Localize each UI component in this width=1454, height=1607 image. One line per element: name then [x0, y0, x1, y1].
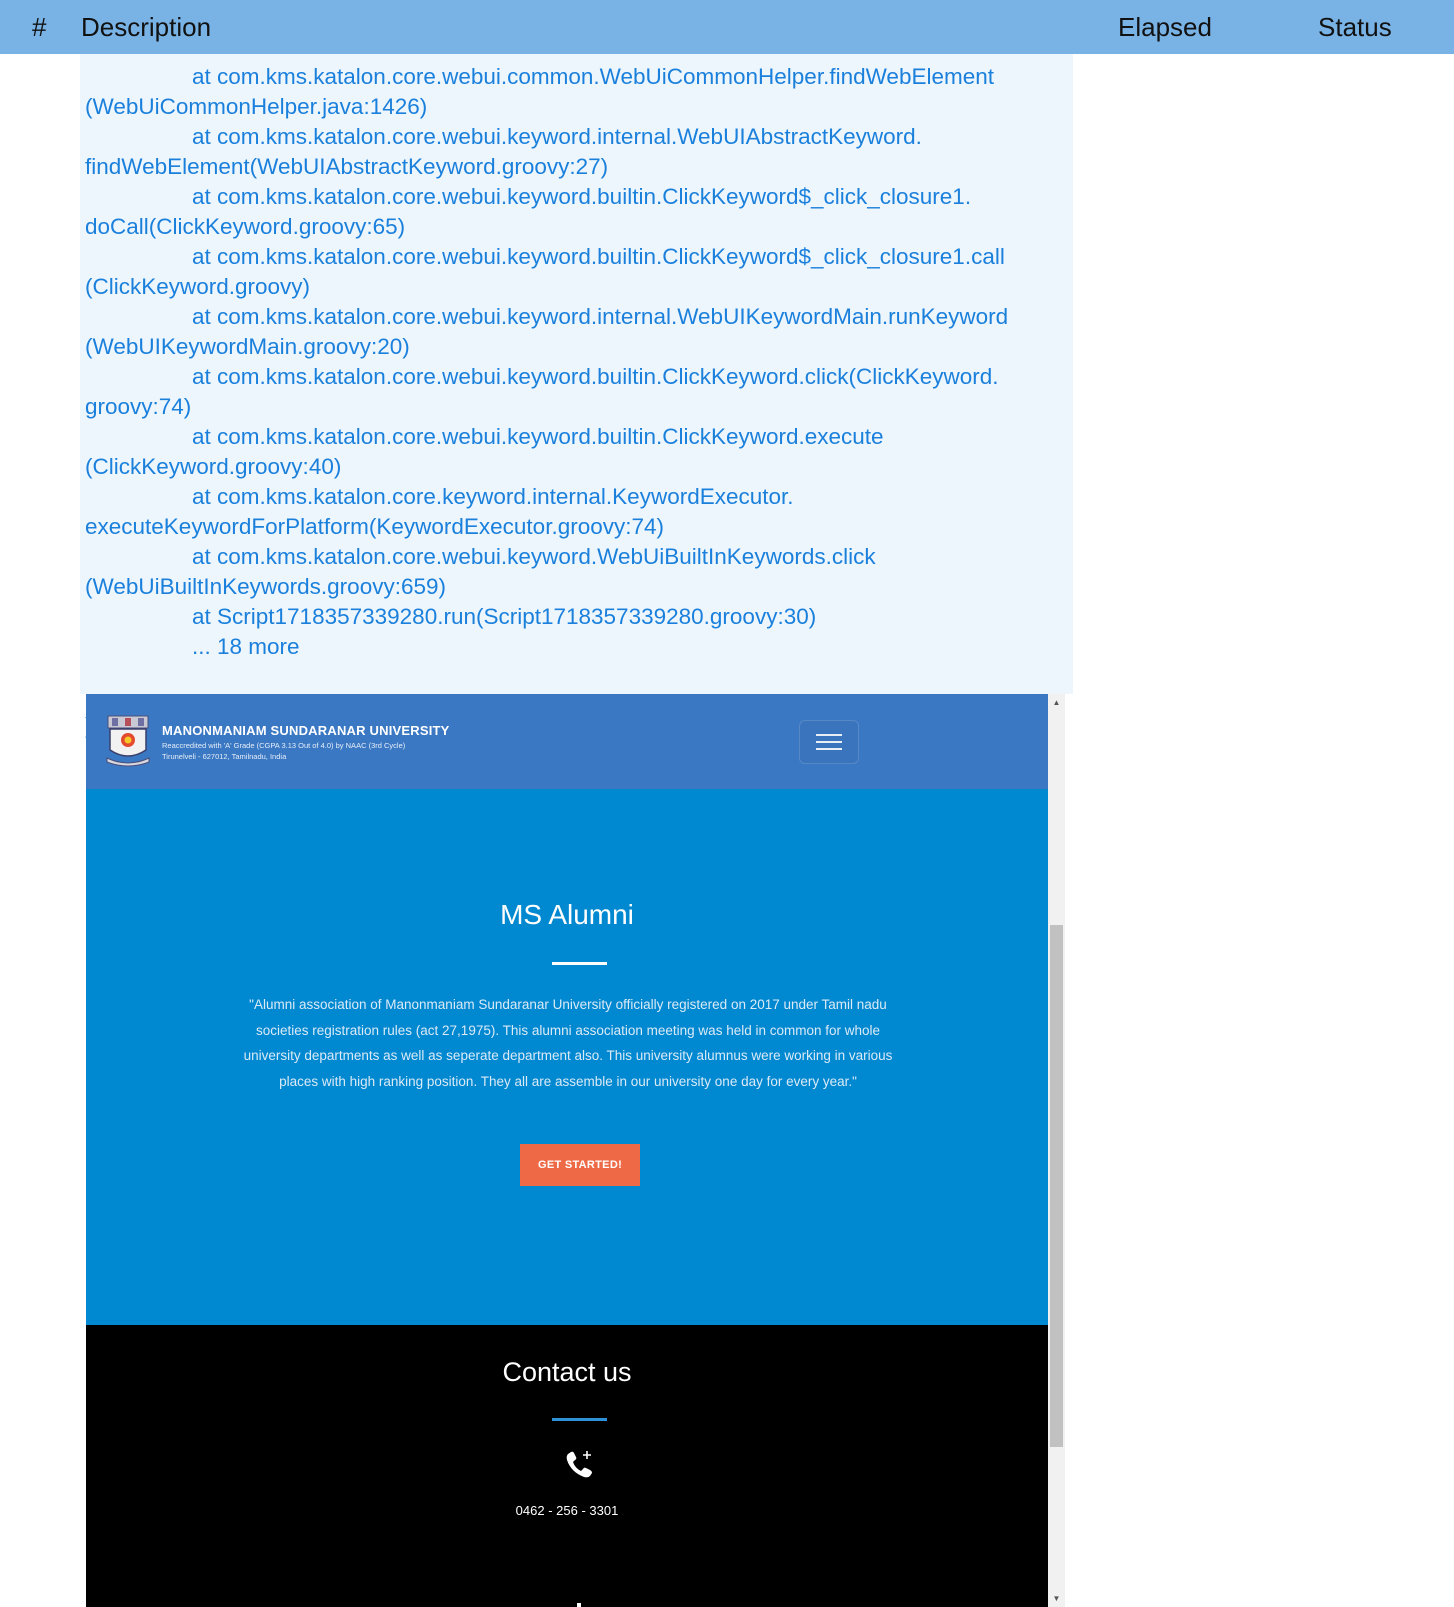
stack-trace-line: at com.kms.katalon.core.webui.keyword.We…	[192, 544, 876, 569]
stack-trace-lines: at com.kms.katalon.core.webui.common.Web…	[85, 62, 1070, 662]
university-logo[interactable]	[104, 714, 152, 768]
hero-divider	[552, 962, 607, 965]
stack-trace-line: (WebUiCommonHelper.java:1426)	[85, 94, 428, 119]
scroll-up-arrow-icon[interactable]: ▲	[1048, 694, 1065, 711]
stack-trace-line: (WebUIKeywordMain.groovy:20)	[85, 334, 410, 359]
contact-phone[interactable]: 0462 - 256 - 3301	[86, 1503, 1048, 1518]
navbar-toggle-button[interactable]	[799, 720, 859, 764]
column-hash: #	[32, 12, 47, 42]
stack-trace-line: at com.kms.katalon.core.webui.common.Web…	[192, 64, 995, 89]
stack-trace-line: (ClickKeyword.groovy:40)	[85, 454, 342, 479]
stack-trace-line: (ClickKeyword.groovy)	[85, 274, 311, 299]
get-started-button[interactable]: GET STARTED!	[520, 1144, 640, 1186]
stack-trace-line: (WebUiBuiltInKeywords.groovy:659)	[85, 574, 446, 599]
stack-trace-line: at com.kms.katalon.core.webui.keyword.bu…	[192, 364, 999, 389]
stack-trace-line: at com.kms.katalon.core.webui.keyword.bu…	[192, 244, 1005, 269]
column-description[interactable]: Description	[81, 13, 211, 41]
screenshot-scrollbar-thumb[interactable]	[1050, 925, 1063, 1447]
contact-section: Contact us 0462 - 256 - 3301	[86, 1325, 1048, 1607]
stack-trace-line: at Script1718357339280.run(Script1718357…	[192, 604, 817, 629]
stack-trace-log: at com.kms.katalon.core.webui.common.Web…	[80, 54, 1073, 738]
stack-trace-line: ... 18 more	[192, 634, 300, 659]
column-elapsed[interactable]: Elapsed	[1118, 13, 1212, 41]
signpost-icon	[577, 1603, 581, 1607]
report-table-header: # Description Elapsed Status	[0, 0, 1454, 54]
screenshot-attachment: MANONMANIAM SUNDARANAR UNIVERSITY Reaccr…	[86, 694, 1048, 1607]
location-text: Tirunelveli - 627012, Tamilnadu, India	[162, 752, 287, 761]
hero-description: "Alumni association of Manonmaniam Sunda…	[243, 997, 893, 1089]
stack-trace-line: groovy:74)	[85, 394, 192, 419]
contact-title: Contact us	[502, 1357, 632, 1387]
hamburger-menu-icon-bar	[816, 748, 842, 750]
scroll-down-arrow-icon[interactable]: ▼	[1048, 1590, 1065, 1607]
column-status[interactable]: Status	[1318, 13, 1392, 41]
stack-trace-line: executeKeywordForPlatform(KeywordExecuto…	[85, 514, 665, 539]
university-name[interactable]: MANONMANIAM SUNDARANAR UNIVERSITY	[162, 723, 450, 738]
hamburger-menu-icon	[816, 734, 842, 736]
hero-section: MS Alumni "Alumni association of Manonma…	[86, 789, 1048, 1325]
site-navbar: MANONMANIAM SUNDARANAR UNIVERSITY Reaccr…	[86, 694, 1048, 789]
stack-trace-line: at com.kms.katalon.core.keyword.internal…	[192, 484, 794, 509]
phone-plus-icon	[566, 1451, 592, 1478]
stack-trace-line: findWebElement(WebUIAbstractKeyword.groo…	[85, 154, 609, 179]
stack-trace-line: at com.kms.katalon.core.webui.keyword.bu…	[192, 184, 972, 209]
hero-title: MS Alumni	[500, 899, 634, 930]
stack-trace-line: doCall(ClickKeyword.groovy:65)	[85, 214, 406, 239]
stack-trace-line: at com.kms.katalon.core.webui.keyword.in…	[192, 124, 922, 149]
stack-trace-line: at com.kms.katalon.core.webui.keyword.bu…	[192, 424, 884, 449]
contact-divider	[552, 1418, 607, 1421]
accreditation-text: Reaccredited with 'A' Grade (CGPA 3.13 O…	[162, 741, 406, 750]
stack-trace-line: at com.kms.katalon.core.webui.keyword.in…	[192, 304, 1009, 329]
hamburger-menu-icon-bar	[816, 741, 842, 743]
